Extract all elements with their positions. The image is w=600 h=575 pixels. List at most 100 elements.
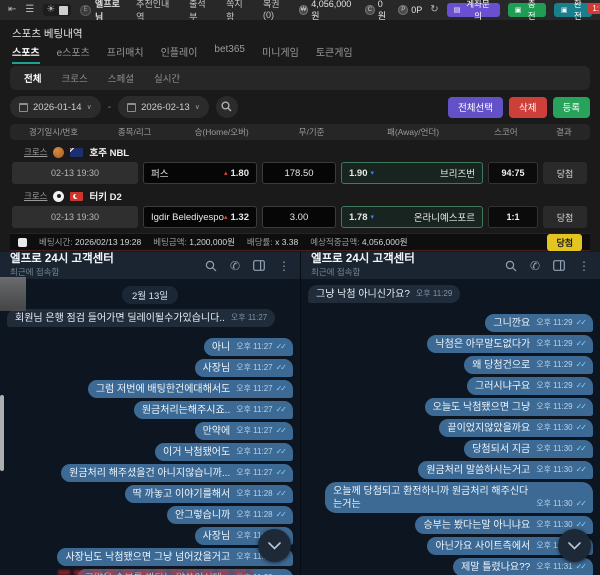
read-checkmarks-icon: ✓✓	[576, 381, 585, 391]
draw-pick-cell[interactable]: 178.50	[262, 162, 336, 184]
tab-3[interactable]: 인플레이	[161, 44, 198, 62]
deposit-button[interactable]: ▣ 충전	[508, 3, 546, 17]
message-text: 그냥 낙첨 아니신가요?	[316, 288, 410, 301]
sidebar-collapse-icon[interactable]: ⇤	[8, 5, 16, 15]
match-score: 94:75	[488, 162, 538, 184]
sidebar-toggle-icon[interactable]	[553, 260, 565, 271]
message-time: 오후 11:27	[236, 363, 272, 373]
chat-header[interactable]: 엘프로 24시 고객센터 최근에 접속함 ✆ ⋮	[0, 252, 300, 279]
refresh-icon[interactable]: ↻	[430, 5, 438, 15]
chat-header[interactable]: 엘프로 24시 고객센터 최근에 접속함 ✆ ⋮	[301, 252, 600, 279]
message-meta: 오후 11:27✓✓	[236, 447, 285, 458]
tab-0[interactable]: 스포츠	[12, 44, 40, 64]
sidebar-toggle-icon[interactable]	[253, 260, 265, 271]
withdraw-icon: ▣	[561, 6, 568, 14]
message-time: 오후 11:27	[236, 426, 272, 436]
subtab-2[interactable]: 스페셜	[108, 71, 134, 85]
phone-icon[interactable]: ✆	[530, 260, 540, 272]
league-name: 터키 D2	[89, 189, 121, 203]
chevron-down-icon	[568, 538, 581, 553]
message-line: 만약에오후 11:27✓✓	[7, 422, 293, 440]
message-text: 오늘도 낙첨됐으면 그냥	[433, 401, 531, 414]
kebab-menu-icon[interactable]: ⋮	[278, 260, 290, 272]
bet-amount: 베팅금액: 1,200,000원	[153, 236, 235, 248]
home-pick-cell[interactable]: 퍼스▴1.80	[143, 162, 257, 184]
chat-panels: 엘프로 24시 고객센터 최근에 접속함 ✆ ⋮ 오후 11:26✓✓2월 13…	[0, 252, 600, 575]
message-text: 사장님	[203, 362, 231, 375]
select-all-button[interactable]: 전체선택	[448, 97, 503, 118]
message-time: 오후 11:30	[536, 499, 572, 509]
register-button[interactable]: 등록	[553, 97, 590, 118]
tab-6[interactable]: 토큰게임	[316, 44, 353, 62]
message-text: 제말 틀렸나요??	[461, 561, 530, 574]
tab-2[interactable]: 프리매치	[107, 44, 144, 62]
tab-1[interactable]: e스포츠	[57, 44, 90, 62]
date-from-picker[interactable]: 2026-01-14 ∨	[10, 96, 101, 118]
message-line: 오늘도 낙첨됐으면 그냥오후 11:29✓✓	[308, 398, 593, 416]
table-header: 경기일시/번호종목/리그승(Home/오버)무/기준패(Away/언더)스코어결…	[10, 124, 590, 140]
points-amount: 0P	[411, 5, 422, 15]
country-flag-icon	[70, 192, 83, 201]
message-meta: 오후 11:30✓✓	[536, 423, 585, 434]
background-window-artifact	[0, 277, 26, 311]
phone-icon[interactable]: ✆	[230, 260, 240, 272]
home-pick-cell[interactable]: Igdir Belediyespor▴1.32	[143, 206, 257, 228]
chat-message: 원금처리 말씀하시는거고오후 11:30✓✓	[418, 461, 593, 479]
bet-type-tag[interactable]: 크로스	[24, 190, 47, 202]
search-icon[interactable]	[505, 260, 517, 272]
chevron-down-icon	[268, 538, 281, 553]
calendar-icon	[19, 103, 28, 112]
search-button[interactable]	[216, 96, 238, 118]
message-line: 그냥 낙첨 아니신가요? 오후 11:29	[308, 285, 593, 303]
sub-balance-amount: 0원	[378, 0, 391, 22]
away-pick-cell-selected[interactable]: 1.90▾브리즈번	[341, 162, 483, 184]
search-icon[interactable]	[205, 260, 217, 272]
topbar: ⇤ ☰ ☀ E 엘프로님 추천인내역출석부쪽지함복권(0) ₩ 4,056,00…	[0, 0, 600, 20]
draw-pick-cell[interactable]: 3.00	[262, 206, 336, 228]
subtab-1[interactable]: 크로스	[61, 71, 87, 85]
message-text: 사장님도 낙첨됐으면 그냥 넘어갔을거고	[65, 551, 230, 564]
subtab-3[interactable]: 실시간	[154, 71, 180, 85]
message-line: 승부는 봤다는말 아니냐요오후 11:30✓✓	[308, 516, 593, 534]
search-icon	[221, 100, 232, 115]
message-text: 딱 까놓고 이야기를해서	[133, 488, 231, 501]
date-to-picker[interactable]: 2026-02-13 ∨	[118, 96, 209, 118]
bet-odds: 배당률: x 3.38	[247, 236, 298, 248]
chat-message: 오늘께 당첨되고 환전하니까 원금처리 해주신다는거는오후 11:30✓✓	[325, 482, 593, 513]
message-time: 오후 11:27	[236, 405, 272, 415]
hamburger-menu-icon[interactable]: ☰	[25, 5, 34, 15]
chat-message: 그냥 낙첨 아니신가요? 오후 11:29	[308, 285, 460, 303]
match-group: 크로스호주 NBL02-13 19:30퍼스▴1.80178.501.90▾브리…	[10, 145, 590, 184]
theme-toggle[interactable]: ☀	[43, 4, 71, 16]
bet-summary-bar: 베팅시간: 2026/02/13 19:28 베팅금액: 1,200,000원 …	[10, 233, 590, 251]
account-inquiry-button[interactable]: ▤ 계좌문의	[447, 3, 500, 17]
kebab-menu-icon[interactable]: ⋮	[578, 260, 590, 272]
points-display: P 0P	[398, 5, 422, 15]
read-checkmarks-icon: ✓✓	[576, 562, 585, 572]
scroll-down-button[interactable]	[258, 529, 291, 562]
bet-type-tag[interactable]: 크로스	[24, 146, 47, 158]
away-pick-cell-selected[interactable]: 1.78▾온라니예스포르	[341, 206, 483, 228]
match-list: 크로스호주 NBL02-13 19:30퍼스▴1.80178.501.90▾브리…	[10, 145, 590, 228]
message-meta: 오후 11:29✓✓	[536, 360, 585, 371]
withdraw-button[interactable]: ▣ 환전	[554, 3, 592, 17]
home-odds-value: 1.32	[231, 212, 250, 223]
message-meta: 오후 11:27✓✓	[236, 384, 285, 395]
scroll-down-button[interactable]	[558, 529, 591, 562]
message-text: 회원님 은행 점검 들어가면 딜레이될수가있습니다..	[15, 312, 225, 325]
country-flag-icon	[70, 148, 83, 157]
read-checkmarks-icon: ✓✓	[276, 489, 285, 499]
delete-button[interactable]: 삭제	[509, 97, 546, 118]
away-odds: 1.90▾	[349, 168, 374, 179]
bet-checkbox[interactable]	[18, 238, 27, 247]
tab-4[interactable]: bet365	[214, 44, 245, 58]
message-line: 그니깐요오후 11:29✓✓	[308, 314, 593, 332]
cutoff-red-text-artifact	[58, 570, 253, 575]
message-text: 원금처리 해주셨을건 아니지않습니까...	[69, 467, 230, 480]
match-group-header: 크로스호주 NBL	[10, 145, 590, 159]
column-header-1: 종목/리그	[97, 126, 172, 138]
subtab-0[interactable]: 전체	[24, 71, 41, 85]
message-time: 오후 11:29	[416, 289, 452, 299]
sun-icon: ☀	[46, 5, 55, 15]
tab-5[interactable]: 미니게임	[262, 44, 299, 62]
